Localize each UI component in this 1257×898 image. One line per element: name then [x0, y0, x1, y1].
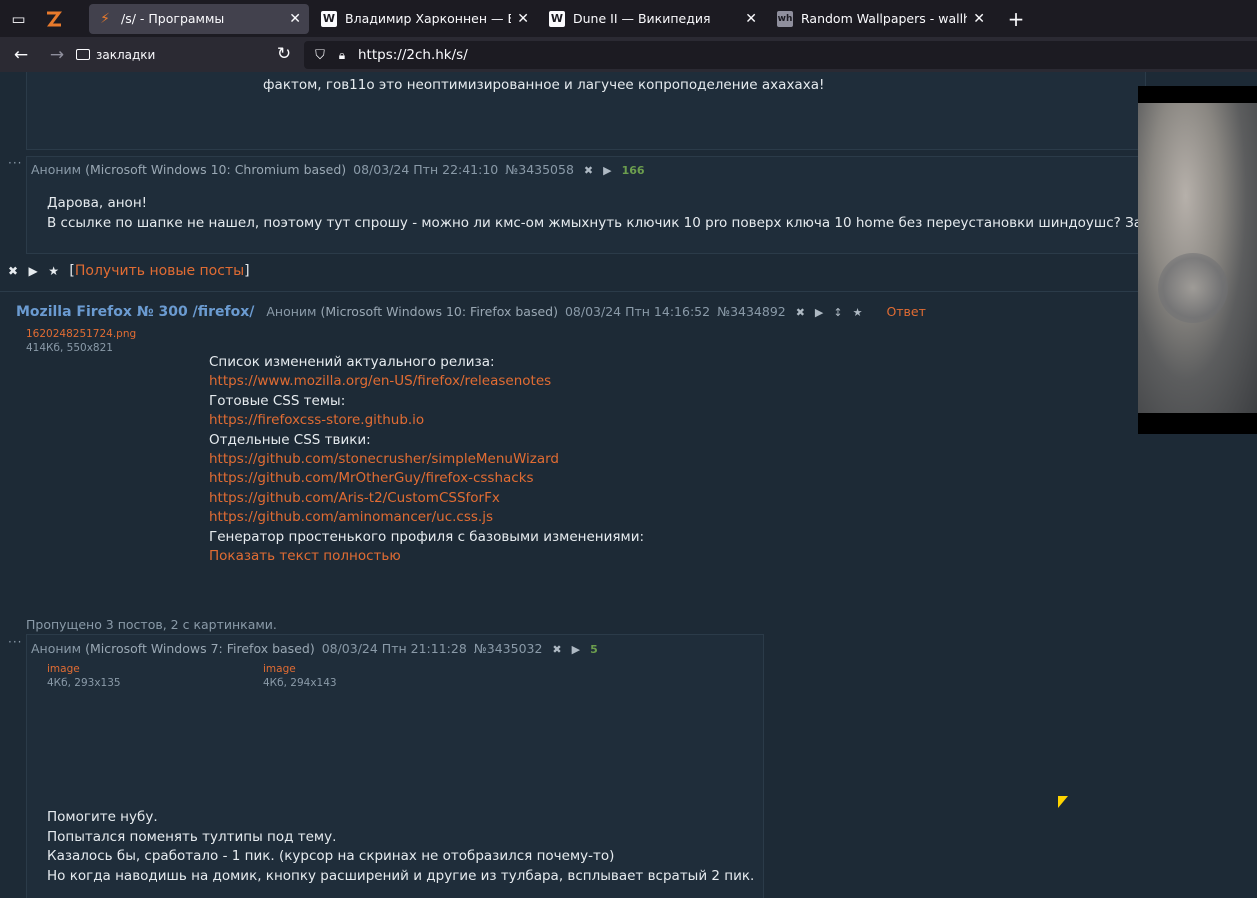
thread-line: Генератор простенького профиля с базовым… [209, 528, 645, 545]
post-author: Аноним [31, 162, 82, 177]
star-icon[interactable]: ★ [853, 306, 863, 319]
file-size: 4Кб, 293x135 [47, 677, 121, 689]
shield-icon[interactable]: ⛉ [312, 47, 328, 63]
post-os: (Microsoft Windows 7: Firefox based) [85, 641, 315, 656]
skipped-posts: Пропущено 3 постов, 2 с картинками. [26, 617, 277, 632]
post-meta: Аноним (Microsoft Windows 10: Chromium b… [31, 162, 645, 177]
bookmarks-button[interactable]: закладки [76, 48, 155, 62]
video-preview[interactable] [1138, 86, 1257, 434]
post-date: 08/03/24 Птн 14:16:52 [564, 304, 711, 319]
file-size: 4Кб, 294x143 [263, 677, 337, 689]
thread-link[interactable]: https://github.com/Aris-t2/CustomCSSforF… [209, 489, 500, 509]
url-text: https://2ch.hk/s/ [358, 47, 468, 63]
post-dots-icon[interactable]: ··· [8, 635, 22, 649]
folder-icon [76, 49, 90, 60]
bolt-icon: ⚡ [100, 10, 110, 27]
thread-meta: Mozilla Firefox № 300 /firefox/ Аноним (… [16, 304, 926, 320]
tab-harkonnen[interactable]: W Владимир Харконнен — Википедия ✕ [313, 4, 537, 34]
post-author: Аноним [266, 304, 317, 319]
back-button[interactable]: ← [6, 40, 36, 70]
new-tab-button[interactable]: + [1001, 4, 1031, 34]
play-icon[interactable]: ▶ [572, 643, 580, 656]
post-count[interactable]: 166 [622, 164, 645, 177]
tab-title: Dune II — Википедия [573, 11, 711, 26]
thread-line: Список изменений актуального релиза: [209, 354, 495, 370]
url-bar[interactable]: ⛉ 🔒︎ https://2ch.hk/s/ [304, 41, 1257, 69]
tab-bar: ▭ ⚡ /s/ - Программы ✕ W Владимир Харконн… [0, 0, 1257, 37]
tab-programs[interactable]: ⚡ /s/ - Программы ✕ [89, 3, 309, 34]
file-info: 1620248251724.png 414Кб, 550x821 [26, 328, 136, 354]
post-os: (Microsoft Windows 10: Chromium based) [85, 162, 347, 177]
post-number[interactable]: №3434892 [717, 304, 786, 319]
thread-link[interactable]: https://github.com/aminomancer/uc.css.js [209, 508, 493, 528]
wikipedia-icon: W [321, 10, 337, 27]
thread-link[interactable]: Показать текст полностью [209, 547, 401, 567]
close-icon[interactable]: ✕ [517, 11, 529, 27]
close-icon[interactable]: ✕ [973, 11, 985, 27]
sort-icon[interactable]: ↕ [833, 306, 842, 319]
hide-icon[interactable]: ✖ [796, 306, 805, 319]
close-icon[interactable]: ✕ [745, 11, 757, 27]
post-date: 08/03/24 Птн 22:41:10 [353, 162, 499, 177]
tab-title: Владимир Харконнен — Википедия [345, 11, 511, 26]
hide-thread-icon[interactable]: ✖ [8, 264, 18, 278]
file-name-link[interactable]: image [263, 663, 337, 675]
hide-icon[interactable]: ✖ [552, 643, 561, 656]
thread-link[interactable]: https://github.com/stonecrusher/simpleMe… [209, 450, 559, 470]
post-meta: Аноним (Microsoft Windows 7: Firefox bas… [31, 641, 598, 656]
site-logo-icon[interactable] [37, 0, 71, 37]
post-line: Помогите нубу. [47, 809, 158, 825]
forward-button[interactable]: → [42, 40, 72, 70]
file-name-link[interactable]: 1620248251724.png [26, 328, 136, 340]
divider [0, 291, 1140, 292]
wikipedia-icon: W [549, 10, 565, 27]
answer-link[interactable]: Ответ [886, 304, 925, 319]
play-icon[interactable]: ▶ [603, 164, 611, 177]
mouse-cursor-icon [1058, 796, 1068, 808]
tab-dune[interactable]: W Dune II — Википедия ✕ [541, 4, 765, 34]
post-count[interactable]: 5 [590, 643, 598, 656]
bookmarks-label: закладки [96, 47, 156, 62]
post-line: Попытался поменять тултипы под тему. [47, 829, 337, 845]
thread-line: Готовые CSS темы: [209, 392, 346, 409]
play-icon[interactable]: ▶ [29, 264, 38, 278]
post-number[interactable]: №3435032 [474, 641, 543, 656]
nav-bar: ← → закладки ↻ ⛉ 🔒︎ https://2ch.hk/s/ [0, 37, 1257, 72]
thread-controls: ✖ ▶ ★ [Получить новые посты] [8, 263, 250, 279]
file-info: image 4Кб, 294x143 [263, 663, 337, 689]
post-text: фактом, гов11о это неоптимизированное и … [263, 77, 825, 93]
hide-icon[interactable]: ✖ [584, 164, 593, 177]
thread-link[interactable]: https://firefoxcss-store.github.io [209, 411, 424, 431]
video-frame [1138, 103, 1257, 413]
thread-title: Mozilla Firefox № 300 /firefox/ [16, 304, 255, 320]
file-info: image 4Кб, 293x135 [47, 663, 121, 689]
post-number[interactable]: №3435058 [505, 162, 574, 177]
post-line: Но когда наводишь на домик, кнопку расши… [47, 868, 755, 884]
lock-icon[interactable]: 🔒︎ [334, 47, 350, 63]
tab-title: /s/ - Программы [121, 11, 225, 26]
bracket-close: ] [244, 263, 250, 279]
post-os: (Microsoft Windows 10: Firefox based) [320, 304, 558, 319]
file-size: 414Кб, 550x821 [26, 342, 113, 354]
post-line: В ссылке по шапке не нашел, поэтому тут … [47, 215, 1176, 231]
post-author: Аноним [31, 641, 82, 656]
post-line: Дарова, анон! [47, 195, 148, 211]
post-line: Казалось бы, сработало - 1 пик. (курсор … [47, 848, 615, 864]
thread-link[interactable]: https://www.mozilla.org/en-US/firefox/re… [209, 372, 551, 392]
tab-title: Random Wallpapers - wallhaven [801, 11, 968, 26]
thread-line: Отдельные CSS твики: [209, 431, 371, 448]
thread-link[interactable]: https://github.com/MrOtherGuy/firefox-cs… [209, 469, 534, 489]
file-name-link[interactable]: image [47, 663, 121, 675]
wallhaven-icon: wh [777, 10, 793, 27]
tab-list-icon[interactable]: ▭ [0, 0, 37, 37]
tab-wallhaven[interactable]: wh Random Wallpapers - wallhaven ✕ [769, 4, 993, 34]
page-content: фактом, гов11о это неоптимизированное и … [0, 72, 1257, 898]
post-dots-icon[interactable]: ··· [8, 156, 22, 170]
star-icon[interactable]: ★ [48, 264, 59, 278]
get-new-posts-link[interactable]: Получить новые посты [75, 263, 244, 279]
close-icon[interactable]: ✕ [289, 11, 301, 27]
play-icon[interactable]: ▶ [815, 306, 823, 319]
reload-button[interactable]: ↻ [269, 39, 299, 69]
post-date: 08/03/24 Птн 21:11:28 [321, 641, 467, 656]
